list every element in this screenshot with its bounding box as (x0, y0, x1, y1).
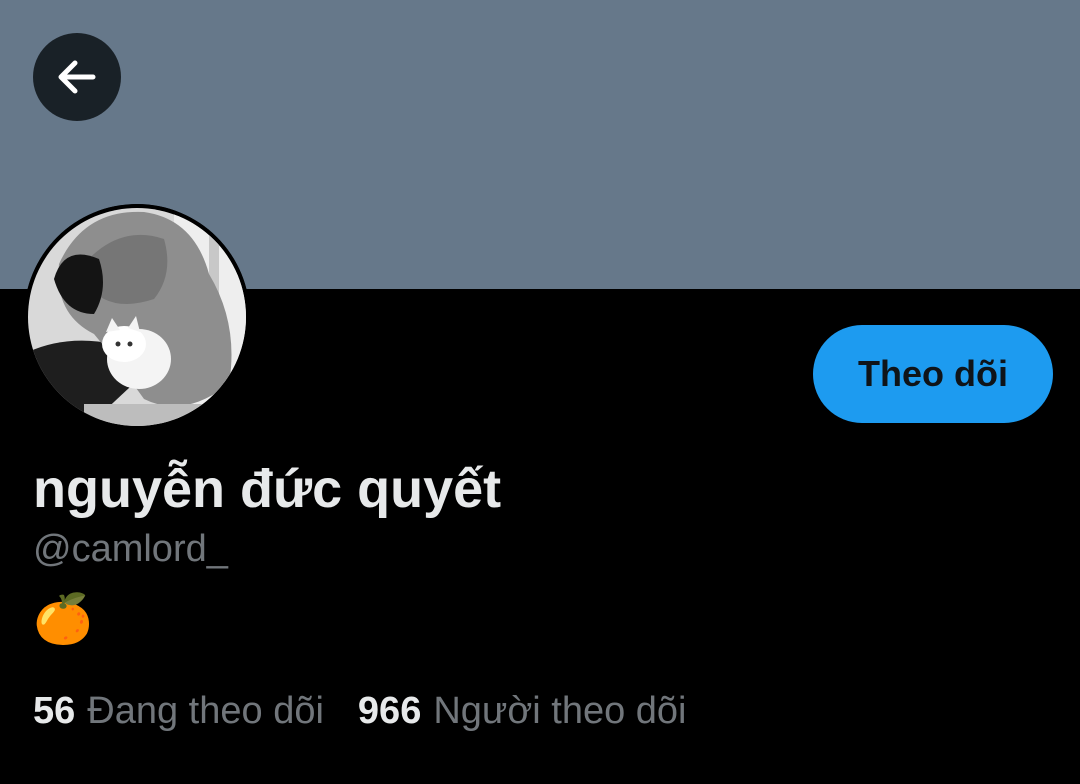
followers-link[interactable]: 966 Người theo dõi (358, 688, 687, 734)
avatar[interactable] (24, 204, 250, 430)
profile-screen: Theo dõi nguyễn đức quyết @camlord_ 🍊 56… (0, 0, 1080, 784)
display-name: nguyễn đức quyết (33, 459, 502, 519)
back-button[interactable] (33, 33, 121, 121)
followers-label: Người theo dõi (433, 690, 687, 732)
following-link[interactable]: 56 Đang theo dõi (33, 688, 324, 734)
avatar-photo (24, 204, 250, 430)
profile-bio: 🍊 (33, 593, 93, 646)
followers-count: 966 (357, 690, 422, 732)
follow-stats: 56 Đang theo dõi 966 Người theo dõi (33, 688, 687, 734)
user-handle: @camlord_ (33, 528, 228, 570)
follow-button[interactable]: Theo dõi (813, 325, 1053, 423)
following-label: Đang theo dõi (87, 690, 324, 732)
following-count: 56 (33, 690, 76, 732)
arrow-left-icon (58, 60, 96, 94)
